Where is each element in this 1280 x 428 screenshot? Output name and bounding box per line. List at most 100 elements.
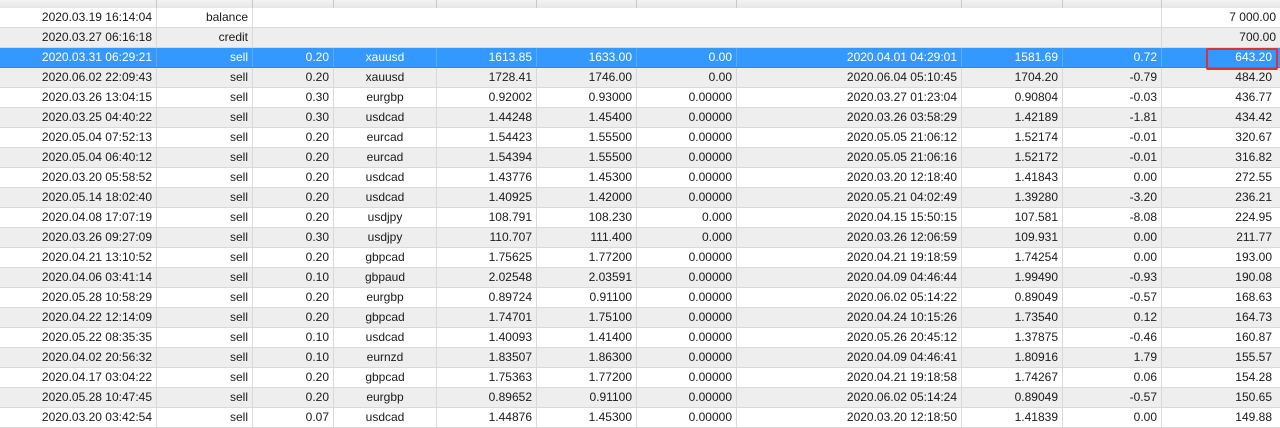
- type-cell: sell: [157, 368, 253, 387]
- header-cell[interactable]: [0, 0, 157, 8]
- trade-row[interactable]: 2020.05.22 08:35:35 sell 0.10 usdcad 1.40093…: [0, 328, 1280, 348]
- take-profit-cell: 0.00000: [637, 368, 737, 387]
- size-cell: 0.20: [253, 248, 334, 267]
- symbol-cell: usdcad: [334, 188, 437, 207]
- trade-row[interactable]: 2020.05.14 18:02:40 sell 0.20 usdcad 1.40925…: [0, 188, 1280, 208]
- open-time-cell: 2020.05.28 10:47:45: [0, 388, 157, 407]
- close-price-cell: 0.90804: [962, 88, 1063, 107]
- close-price-cell: 1.74267: [962, 368, 1063, 387]
- open-time-cell: 2020.04.06 03:41:14: [0, 268, 157, 287]
- trade-row[interactable]: 2020.05.28 10:58:29 sell 0.20 eurgbp 0.89724…: [0, 288, 1280, 308]
- symbol-cell: gbpaud: [334, 268, 437, 287]
- open-time-cell: 2020.04.08 17:07:19: [0, 208, 157, 227]
- close-price-cell: 1.80916: [962, 348, 1063, 367]
- trade-row[interactable]: 2020.03.26 09:27:09 sell 0.30 usdjpy 110.707…: [0, 228, 1280, 248]
- trade-row[interactable]: 2020.03.31 06:29:21 sell 0.20 xauusd 1613.85…: [0, 48, 1280, 68]
- type-cell: sell: [157, 268, 253, 287]
- profit-cell: 320.67: [1235, 130, 1272, 144]
- close-time-cell: 2020.04.09 04:46:41: [737, 348, 962, 367]
- open-time-cell: 2020.03.26 09:27:09: [0, 228, 157, 247]
- stop-loss-cell: 1.77200: [537, 248, 637, 267]
- close-time-cell: 2020.06.02 05:14:24: [737, 388, 962, 407]
- stop-loss-cell: 0.91100: [537, 288, 637, 307]
- trade-row[interactable]: 2020.05.04 07:52:13 sell 0.20 eurcad 1.54423…: [0, 128, 1280, 148]
- header-cell[interactable]: [537, 0, 637, 8]
- open-price-cell: 1.40093: [437, 328, 537, 347]
- open-price-cell: 1.44248: [437, 108, 537, 127]
- profit-cell: 160.87: [1235, 330, 1272, 344]
- close-time-cell: 2020.04.01 04:29:01: [737, 48, 962, 67]
- trade-row[interactable]: 2020.03.25 04:40:22 sell 0.30 usdcad 1.44248…: [0, 108, 1280, 128]
- close-price-cell: 1704.20: [962, 68, 1063, 87]
- size-cell: 0.20: [253, 288, 334, 307]
- trade-row[interactable]: 2020.04.06 03:41:14 sell 0.10 gbpaud 2.02548…: [0, 268, 1280, 288]
- header-cell[interactable]: [253, 0, 334, 8]
- open-time-cell: 2020.03.26 13:04:15: [0, 88, 157, 107]
- profit-cell: 436.77: [1235, 90, 1272, 104]
- open-time-cell: 2020.06.02 22:09:43: [0, 68, 157, 87]
- trade-row[interactable]: 2020.03.20 03:42:54 sell 0.07 usdcad 1.44876…: [0, 408, 1280, 428]
- close-price-cell: 1.42189: [962, 108, 1063, 127]
- swap-cell: 0.72: [1063, 48, 1162, 67]
- size-cell: 0.20: [253, 128, 334, 147]
- profit-cell: 155.57: [1235, 350, 1272, 364]
- trade-row[interactable]: 2020.05.04 06:40:12 sell 0.20 eurcad 1.54394…: [0, 148, 1280, 168]
- take-profit-cell: 0.00000: [637, 88, 737, 107]
- profit-cell: 224.95: [1235, 210, 1272, 224]
- trade-row[interactable]: 2020.04.08 17:07:19 sell 0.20 usdjpy 108.791…: [0, 208, 1280, 228]
- open-price-cell: 1.75363: [437, 368, 537, 387]
- stop-loss-cell: 1.75100: [537, 308, 637, 327]
- open-time-cell: 2020.05.04 07:52:13: [0, 128, 157, 147]
- close-price-cell: 1.74254: [962, 248, 1063, 267]
- trade-row[interactable]: 2020.04.22 12:14:09 sell 0.20 gbpcad 1.74701…: [0, 308, 1280, 328]
- balance-row[interactable]: 2020.03.19 16:14:04 balance 7 000.00: [0, 8, 1280, 28]
- stop-loss-cell: 108.230: [537, 208, 637, 227]
- header-cell[interactable]: [637, 0, 737, 8]
- close-price-cell: 1581.69: [962, 48, 1063, 67]
- close-time-cell: 2020.03.20 12:18:50: [737, 408, 962, 427]
- symbol-cell: usdcad: [334, 408, 437, 427]
- header-cell[interactable]: [157, 0, 253, 8]
- open-time-cell: 2020.04.02 20:56:32: [0, 348, 157, 367]
- header-cell[interactable]: [334, 0, 437, 8]
- open-price-cell: 1.44876: [437, 408, 537, 427]
- header-cell[interactable]: [737, 0, 962, 8]
- symbol-cell: usdcad: [334, 108, 437, 127]
- profit-cell: 484.20: [1235, 70, 1272, 84]
- take-profit-cell: 0.00000: [637, 188, 737, 207]
- profit-cell: 700.00: [1239, 30, 1276, 44]
- trade-row[interactable]: 2020.03.26 13:04:15 sell 0.30 eurgbp 0.92002…: [0, 88, 1280, 108]
- size-cell: 0.30: [253, 228, 334, 247]
- trade-row[interactable]: 2020.04.02 20:56:32 sell 0.10 eurnzd 1.83507…: [0, 348, 1280, 368]
- swap-cell: 0.00: [1063, 228, 1162, 247]
- open-time-cell: 2020.05.28 10:58:29: [0, 288, 157, 307]
- trade-row[interactable]: 2020.04.21 13:10:52 sell 0.20 gbpcad 1.75625…: [0, 248, 1280, 268]
- close-price-cell: 1.41839: [962, 408, 1063, 427]
- take-profit-cell: 0.00: [637, 48, 737, 67]
- close-price-cell: 0.89049: [962, 288, 1063, 307]
- trade-row[interactable]: 2020.03.20 05:58:52 sell 0.20 usdcad 1.43776…: [0, 168, 1280, 188]
- header-cell[interactable]: [962, 0, 1063, 8]
- header-cell[interactable]: [437, 0, 537, 8]
- profit-cell: 236.21: [1235, 190, 1272, 204]
- profit-cell: 193.00: [1235, 250, 1272, 264]
- symbol-cell: eurgbp: [334, 388, 437, 407]
- stop-loss-cell: 1633.00: [537, 48, 637, 67]
- close-time-cell: 2020.05.26 20:45:12: [737, 328, 962, 347]
- credit-row[interactable]: 2020.03.27 06:16:18 credit 700.00: [0, 28, 1280, 48]
- close-time-cell: 2020.03.27 01:23:04: [737, 88, 962, 107]
- stop-loss-cell: 1.41400: [537, 328, 637, 347]
- header-cell[interactable]: [1063, 0, 1162, 8]
- open-time-cell: 2020.04.22 12:14:09: [0, 308, 157, 327]
- profit-cell: 643.20: [1235, 50, 1272, 64]
- size-cell: 0.10: [253, 328, 334, 347]
- trade-row[interactable]: 2020.04.17 03:04:22 sell 0.20 gbpcad 1.75363…: [0, 368, 1280, 388]
- trade-row[interactable]: 2020.06.02 22:09:43 sell 0.20 xauusd 1728.41…: [0, 68, 1280, 88]
- open-time-cell: 2020.03.19 16:14:04: [0, 8, 157, 27]
- open-time-cell: 2020.03.27 06:16:18: [0, 28, 157, 47]
- close-time-cell: 2020.04.21 19:18:58: [737, 368, 962, 387]
- header-cell[interactable]: [1162, 0, 1280, 8]
- close-price-cell: 1.52174: [962, 128, 1063, 147]
- trade-row[interactable]: 2020.05.28 10:47:45 sell 0.20 eurgbp 0.89652…: [0, 388, 1280, 408]
- symbol-cell: gbpcad: [334, 308, 437, 327]
